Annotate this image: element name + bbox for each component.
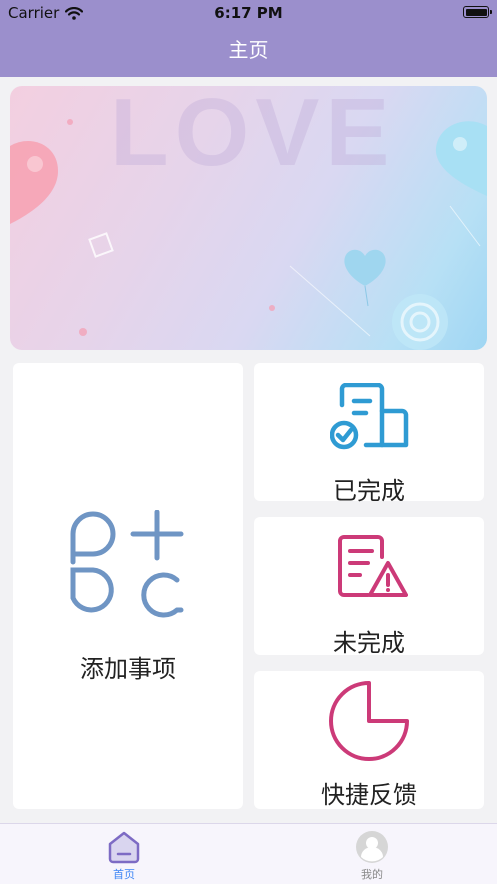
tab-home[interactable]: 首页 [74,830,174,882]
add-items-icon [70,510,184,618]
banner-image[interactable]: LOVE [10,86,487,350]
document-check-icon [330,383,409,450]
incomplete-card[interactable]: 未完成 [254,517,484,657]
page-title: 主页 [228,38,269,62]
add-item-label: 添加事项 [80,655,176,683]
home-icon [108,831,140,864]
completed-label: 已完成 [333,477,405,505]
banner-decoration [10,119,487,350]
completed-card[interactable]: 已完成 [254,363,484,505]
add-item-card[interactable]: 添加事项 [13,363,243,809]
tab-profile[interactable]: 我的 [322,830,422,882]
nav-bar: 主页 [0,26,497,77]
feedback-card[interactable]: 快捷反馈 [254,671,484,809]
tab-home-label: 首页 [113,868,135,881]
status-bar: Carrier 6:17 PM [0,0,497,26]
pie-chart-icon [329,681,409,761]
tab-profile-label: 我的 [361,868,383,881]
battery-icon [463,6,492,18]
profile-icon [356,831,388,863]
status-time: 6:17 PM [214,4,283,22]
tab-bar: 首页 我的 [0,823,497,884]
document-warning-icon [338,535,408,597]
incomplete-label: 未完成 [333,629,405,657]
feedback-label: 快捷反馈 [321,781,417,809]
